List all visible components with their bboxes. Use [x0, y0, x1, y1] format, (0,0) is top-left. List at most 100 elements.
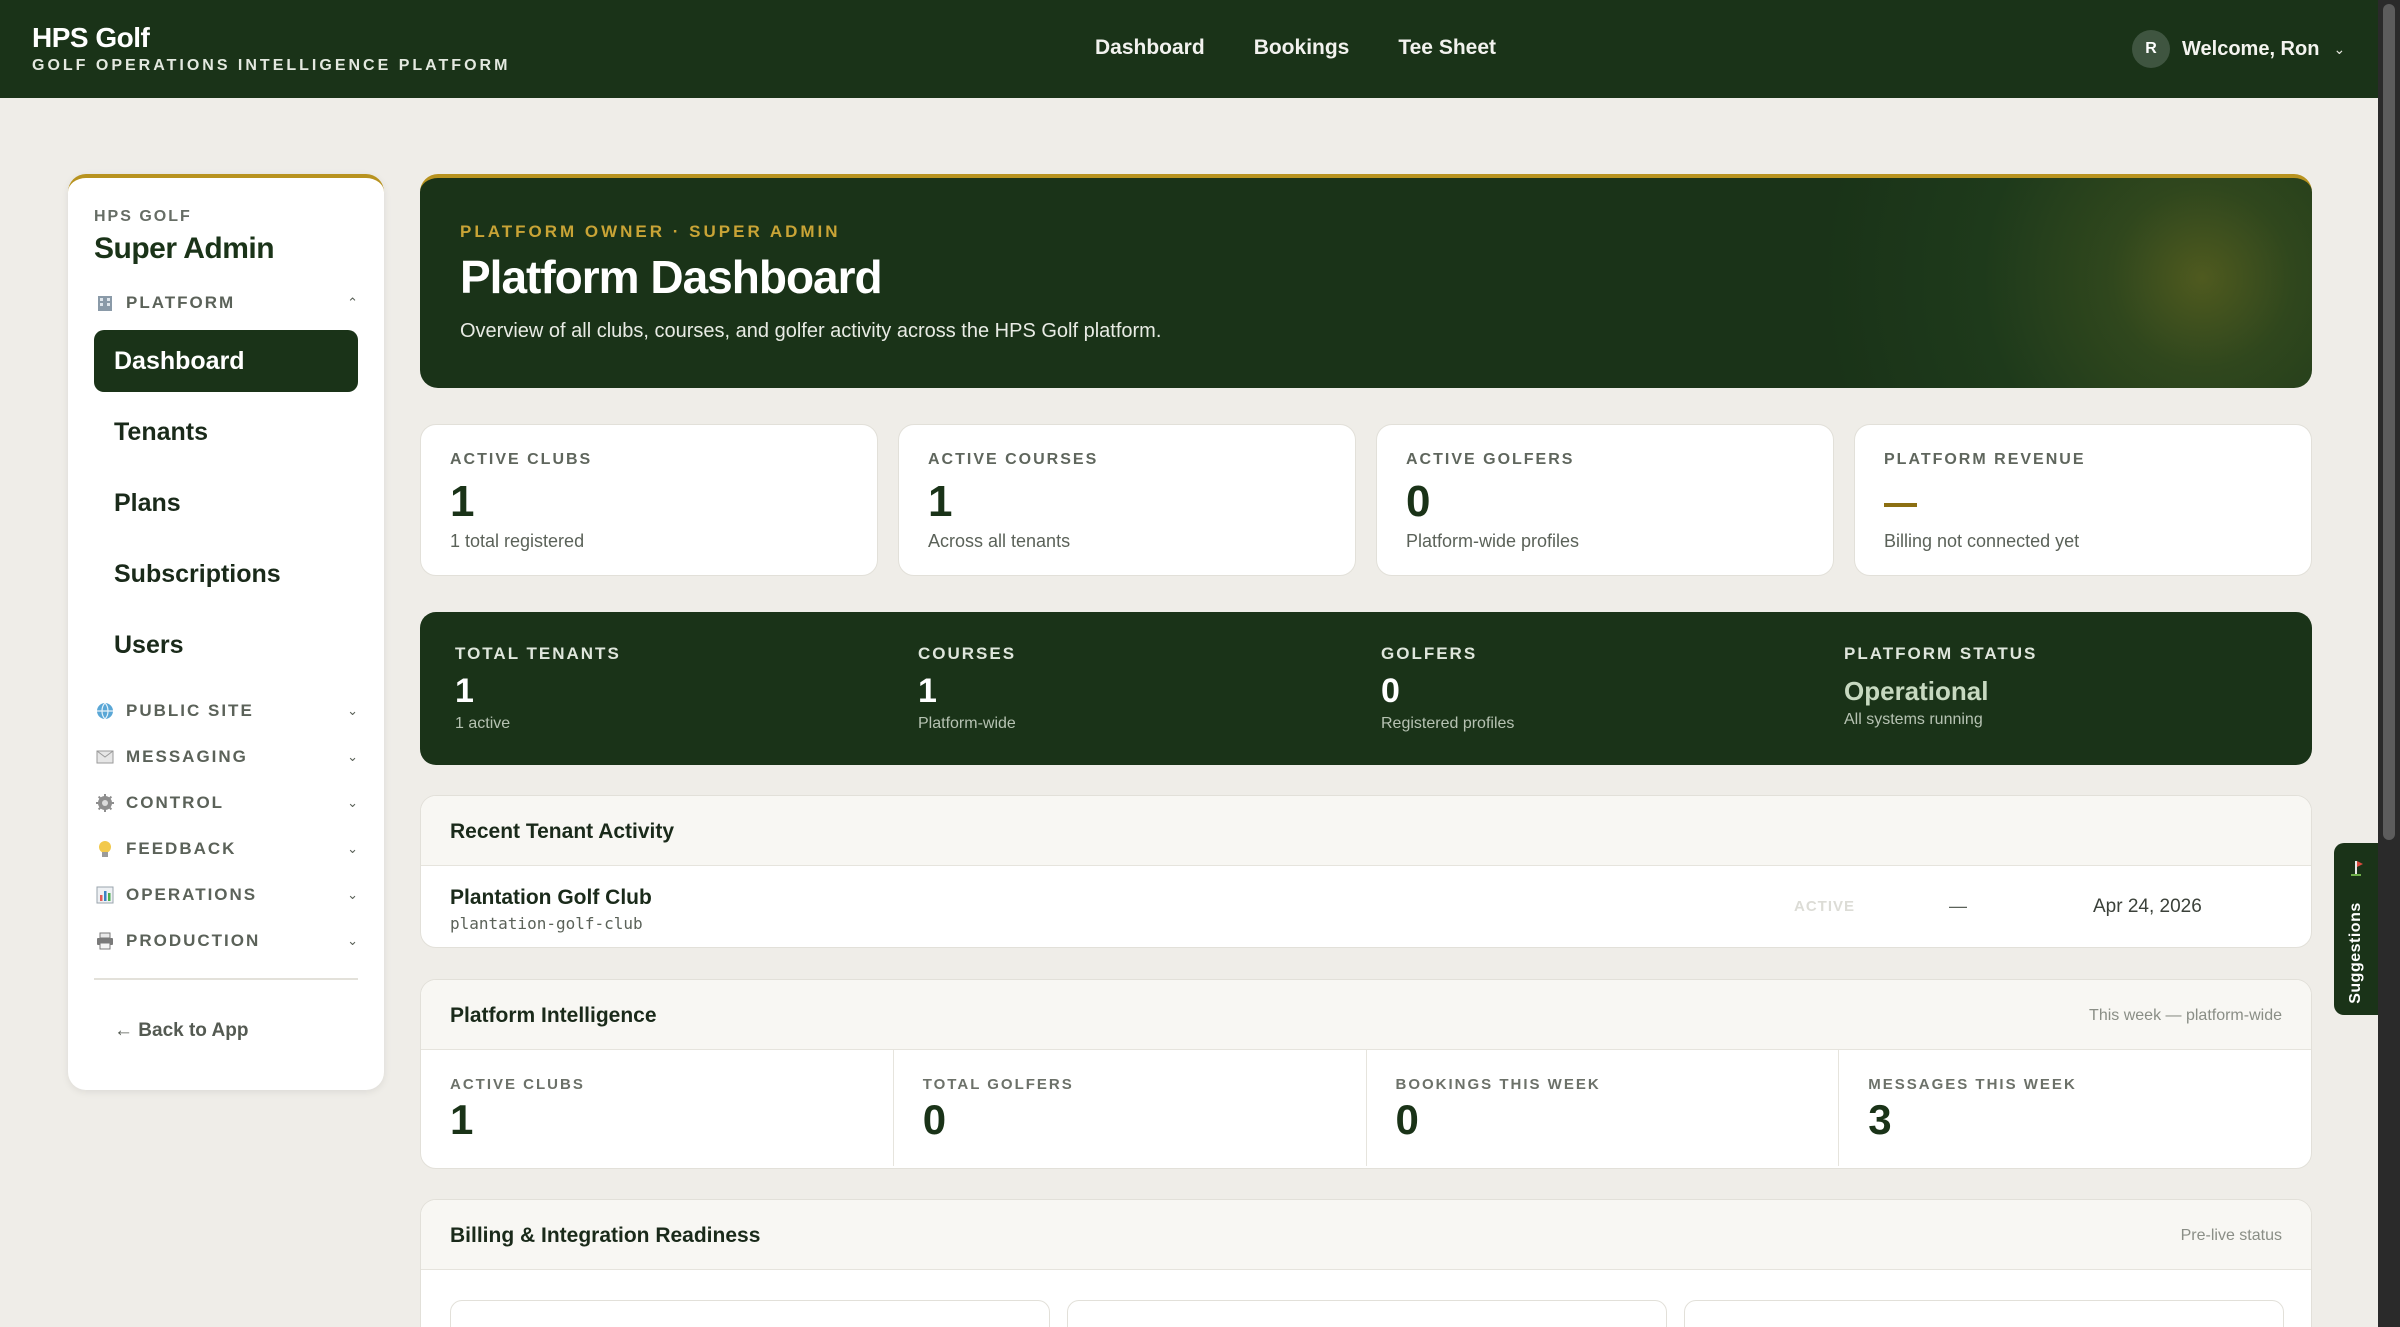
chevron-down-icon: ⌄: [347, 933, 358, 948]
panel-header: Recent Tenant Activity: [421, 796, 2311, 866]
summary-label: TOTAL TENANTS: [455, 644, 621, 663]
tenant-slug: plantation-golf-club: [450, 914, 643, 933]
summary-value: 1: [918, 672, 937, 710]
summary-label: PLATFORM STATUS: [1844, 644, 2038, 663]
intel-label: TOTAL GOLFERS: [922, 1076, 1074, 1093]
summary-label: COURSES: [918, 644, 1017, 663]
chevron-down-icon: ⌄: [347, 703, 358, 718]
intel-active-clubs: ACTIVE CLUBS 1: [421, 1050, 894, 1166]
stat-subtext: Platform-wide profiles: [1406, 531, 1580, 551]
nav-tee-sheet-link[interactable]: Tee Sheet: [1398, 36, 1496, 60]
stat-value: 0: [1406, 477, 1431, 526]
page-description: Overview of all clubs, courses, and golf…: [460, 320, 1162, 342]
brand-title[interactable]: HPS Golf: [32, 22, 150, 54]
sidebar-section-operations[interactable]: OPERATIONS ⌄: [94, 880, 358, 910]
tenant-date: Apr 24, 2026: [2093, 896, 2202, 917]
sidebar-section-public-site[interactable]: PUBLIC SITE ⌄: [94, 696, 358, 726]
user-menu[interactable]: R Welcome, Ron ⌄: [2132, 30, 2345, 68]
avatar: R: [2132, 30, 2170, 68]
stat-card-platform-revenue: PLATFORM REVENUE Billing not connected y…: [1854, 424, 2312, 576]
chevron-down-icon: ⌄: [347, 841, 358, 856]
panel-title: Platform Intelligence: [450, 1004, 657, 1027]
sidebar: HPS GOLF Super Admin PLATFORM ⌃ Dashboar…: [68, 174, 384, 1090]
platform-intelligence-panel: Platform Intelligence This week — platfo…: [420, 979, 2312, 1169]
back-to-app-link[interactable]: ← Back to App: [114, 1020, 248, 1042]
sidebar-section-label: PUBLIC SITE: [126, 701, 254, 720]
sidebar-section-feedback[interactable]: FEEDBACK ⌄: [94, 834, 358, 864]
intel-label: MESSAGES THIS WEEK: [1868, 1076, 2077, 1093]
main-nav: Dashboard Bookings Tee Sheet: [1095, 36, 1496, 60]
brand-subtitle: GOLF OPERATIONS INTELLIGENCE PLATFORM: [32, 57, 511, 74]
intel-messages-this-week: MESSAGES THIS WEEK 3: [1839, 1050, 2311, 1166]
chevron-up-icon: ⌃: [347, 295, 358, 310]
billing-card: [450, 1300, 1050, 1327]
stat-card-active-courses: ACTIVE COURSES 1 Across all tenants: [898, 424, 1356, 576]
summary-value: 0: [1381, 672, 1400, 710]
intel-value: 0: [922, 1096, 947, 1143]
sidebar-section-messaging[interactable]: MESSAGING ⌄: [94, 742, 358, 772]
stat-label: ACTIVE GOLFERS: [1406, 451, 1575, 468]
intel-label: ACTIVE CLUBS: [450, 1076, 585, 1093]
summary-subtext: 1 active: [455, 715, 511, 732]
stat-value: 1: [450, 477, 475, 526]
bar-chart-icon: [94, 885, 116, 905]
sidebar-section-platform[interactable]: PLATFORM ⌃: [94, 288, 358, 318]
sidebar-item-plans[interactable]: Plans: [94, 472, 358, 534]
chevron-down-icon: ⌄: [347, 887, 358, 902]
intel-label: BOOKINGS THIS WEEK: [1395, 1076, 1601, 1093]
sidebar-section-control[interactable]: CONTROL ⌄: [94, 788, 358, 818]
billing-card: [1684, 1300, 2284, 1327]
panel-title: Billing & Integration Readiness: [450, 1224, 761, 1247]
panel-header: Platform Intelligence This week — platfo…: [421, 980, 2311, 1050]
nav-dashboard-link[interactable]: Dashboard: [1095, 36, 1205, 60]
platform-summary-band: TOTAL TENANTS 1 1 active COURSES 1 Platf…: [420, 612, 2312, 765]
stat-label: PLATFORM REVENUE: [1884, 451, 2086, 468]
welcome-text: Welcome, Ron: [2182, 37, 2320, 60]
intel-value: 3: [1868, 1096, 1892, 1143]
chevron-down-icon: ⌄: [347, 795, 358, 810]
page-title: Platform Dashboard: [460, 251, 883, 303]
lightbulb-icon: [94, 839, 116, 859]
intel-value: 1: [450, 1096, 474, 1143]
chevron-down-icon: ⌄: [2333, 40, 2346, 57]
printer-icon: [94, 931, 116, 951]
sidebar-item-tenants[interactable]: Tenants: [94, 401, 358, 463]
stat-subtext: 1 total registered: [450, 531, 585, 551]
panel-header: Billing & Integration Readiness Pre-live…: [421, 1200, 2311, 1270]
summary-value: 1: [455, 672, 474, 710]
suggestions-label: Suggestions: [2347, 902, 2364, 1004]
status-value: Operational: [1844, 676, 1989, 706]
intelligence-grid: ACTIVE CLUBS 1 TOTAL GOLFERS 0 BOOKINGS …: [421, 1050, 2311, 1166]
scrollbar-thumb[interactable]: [2383, 4, 2395, 840]
sidebar-section-label: OPERATIONS: [126, 885, 258, 904]
summary-subtext: Platform-wide: [918, 715, 1016, 732]
panel-note: This week — platform-wide: [2089, 1007, 2282, 1024]
top-navbar: HPS Golf GOLF OPERATIONS INTELLIGENCE PL…: [0, 0, 2378, 98]
panel-title: Recent Tenant Activity: [450, 820, 675, 843]
hero-eyebrow: PLATFORM OWNER · SUPER ADMIN: [460, 222, 841, 241]
chevron-down-icon: ⌄: [347, 749, 358, 764]
intel-value: 0: [1395, 1096, 1419, 1143]
billing-readiness-panel: Billing & Integration Readiness Pre-live…: [420, 1199, 2312, 1327]
sidebar-item-users[interactable]: Users: [94, 614, 358, 676]
sidebar-section-label: CONTROL: [126, 793, 225, 812]
nav-bookings-link[interactable]: Bookings: [1254, 36, 1350, 60]
sidebar-item-dashboard[interactable]: Dashboard: [94, 330, 358, 392]
sidebar-section-production[interactable]: PRODUCTION ⌄: [94, 926, 358, 956]
billing-card: [1067, 1300, 1667, 1327]
stat-value: 1: [928, 477, 953, 526]
panel-note: Pre-live status: [2180, 1227, 2282, 1244]
stat-card-active-clubs: ACTIVE CLUBS 1 1 total registered: [420, 424, 878, 576]
recent-tenant-activity-panel: Recent Tenant Activity Plantation Golf C…: [420, 795, 2312, 948]
summary-courses: COURSES 1 Platform-wide: [918, 644, 1016, 733]
suggestions-tab[interactable]: Suggestions: [2334, 843, 2378, 1015]
table-row[interactable]: Plantation Golf Club plantation-golf-clu…: [421, 866, 2311, 947]
summary-subtext: All systems running: [1844, 711, 1983, 728]
summary-label: GOLFERS: [1381, 644, 1478, 663]
tenant-name[interactable]: Plantation Golf Club: [450, 886, 652, 910]
page-scrollbar[interactable]: [2378, 0, 2400, 1327]
envelope-icon: [94, 747, 116, 767]
stat-label: ACTIVE CLUBS: [450, 451, 593, 468]
sidebar-item-subscriptions[interactable]: Subscriptions: [94, 543, 358, 605]
stat-subtext: Billing not connected yet: [1884, 531, 2080, 551]
